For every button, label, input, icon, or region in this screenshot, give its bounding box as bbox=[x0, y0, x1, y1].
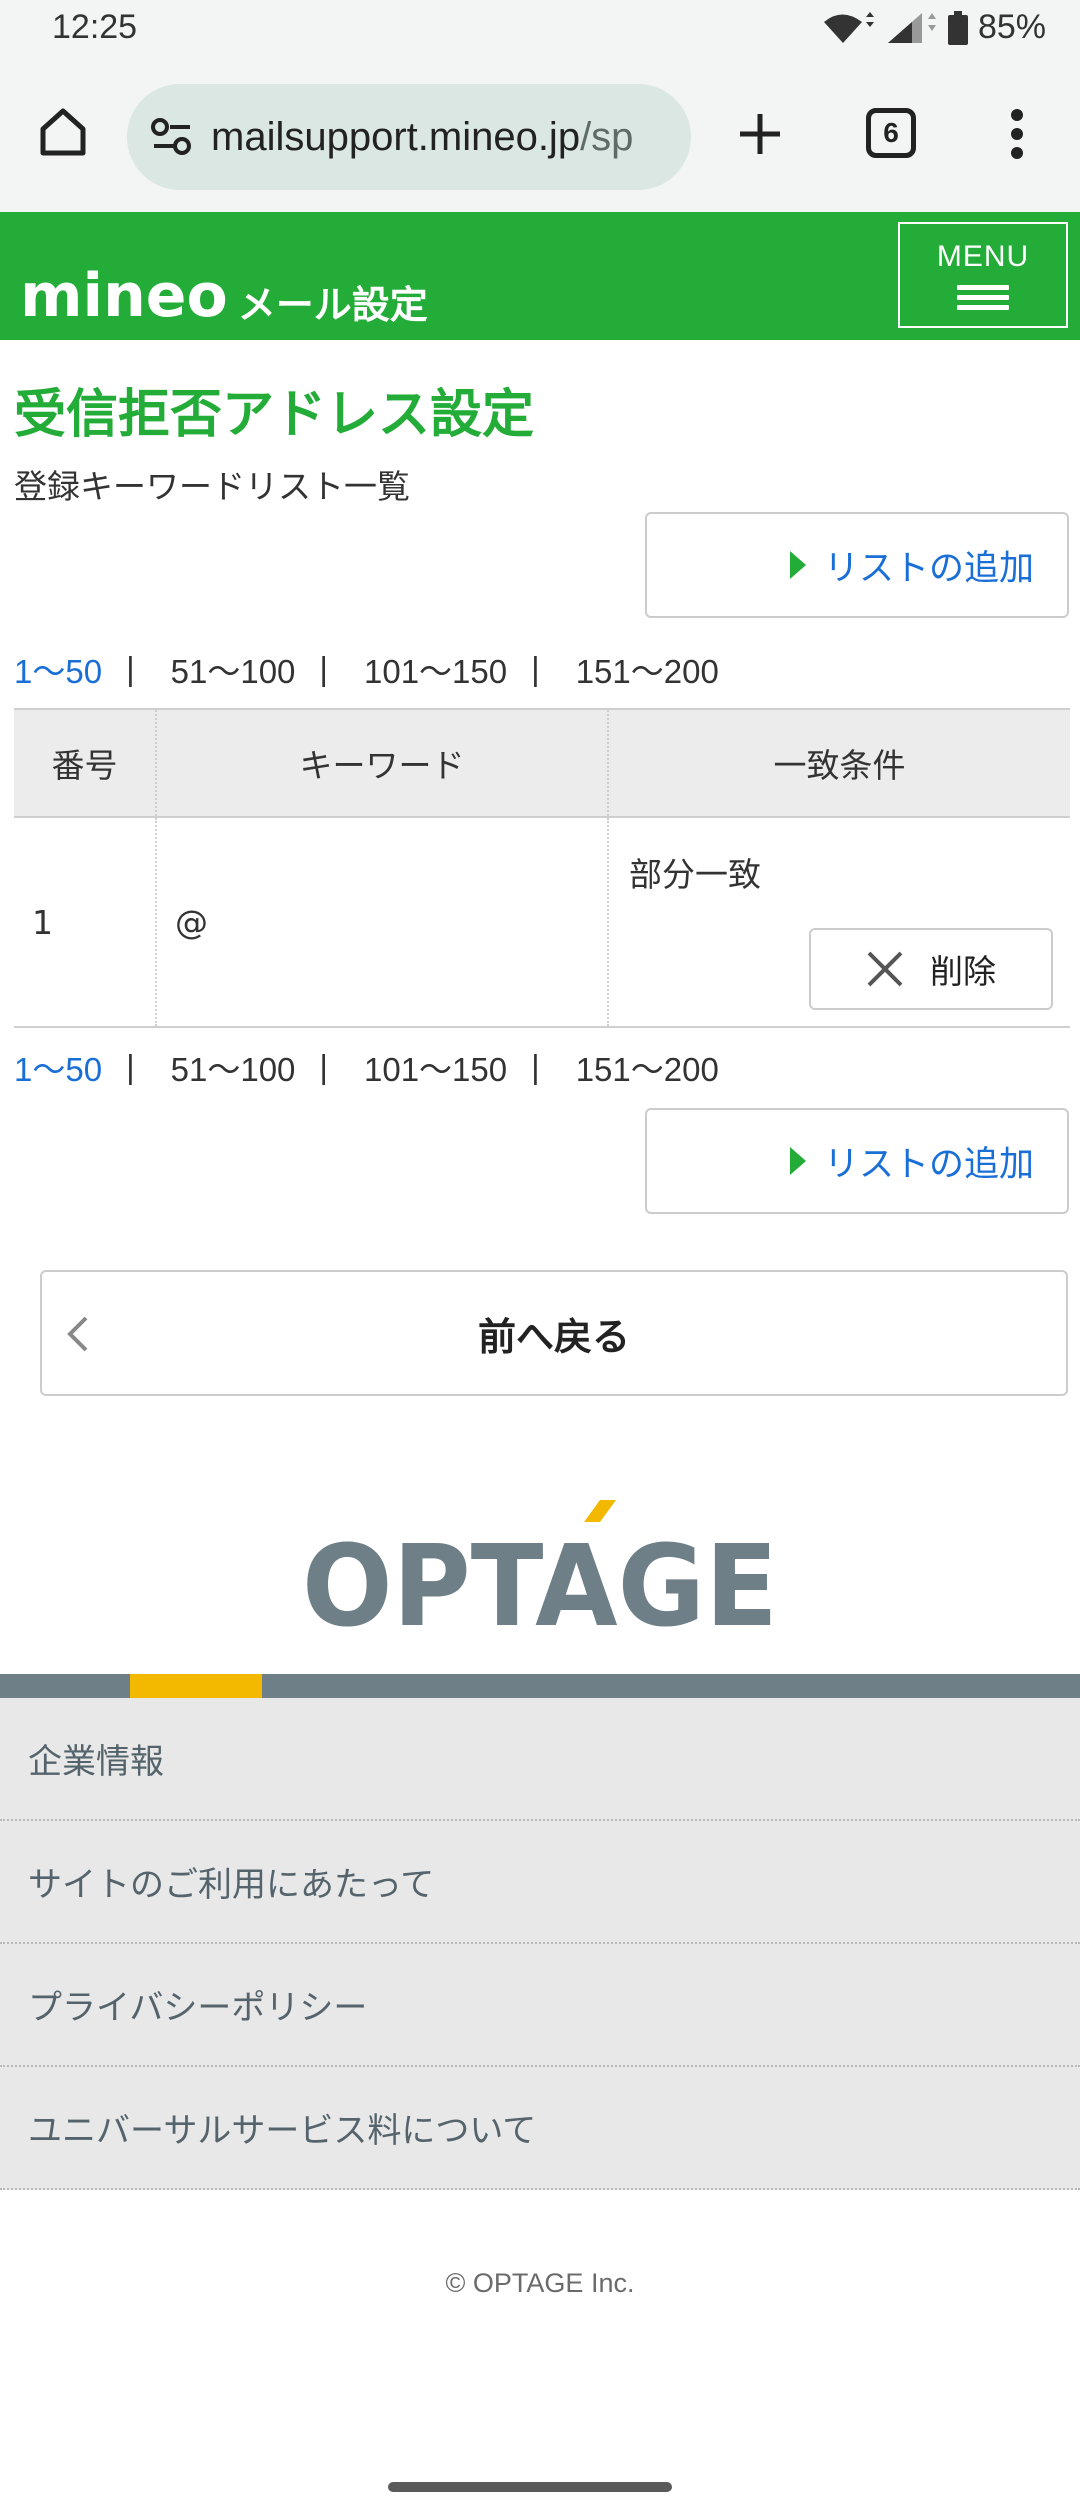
play-arrow-icon bbox=[789, 1147, 806, 1175]
menu-button[interactable]: MENU bbox=[898, 222, 1068, 328]
page-link[interactable]: 51〜100 bbox=[171, 645, 296, 693]
row-keyword: @ bbox=[155, 817, 608, 1028]
plus-icon bbox=[740, 114, 780, 154]
keyword-table: 番号 キーワード 一致条件 1 @ 部分一致 削除 bbox=[14, 708, 1070, 1028]
footer-stripe bbox=[0, 1674, 1080, 1698]
header-number: 番号 bbox=[14, 708, 156, 818]
optage-logo[interactable]: OPTAGE bbox=[300, 1500, 780, 1630]
pager-divider: | bbox=[531, 1048, 540, 1085]
status-time: 12:25 bbox=[52, 8, 138, 46]
page-link[interactable]: 1〜50 bbox=[14, 1043, 102, 1091]
pager-divider: | bbox=[531, 650, 540, 687]
page-link[interactable]: 51〜100 bbox=[171, 1043, 296, 1091]
table-row: 1 @ 部分一致 削除 bbox=[14, 817, 1070, 1028]
page-link[interactable]: 101〜150 bbox=[364, 645, 507, 693]
site-settings-icon[interactable] bbox=[147, 112, 197, 162]
pager-divider: | bbox=[319, 650, 328, 687]
page-subtitle: 登録キーワードリスト一覧 bbox=[14, 467, 410, 506]
back-button[interactable]: 前へ戻る bbox=[40, 1270, 1068, 1396]
play-arrow-icon bbox=[789, 551, 806, 579]
status-icons: 85% bbox=[822, 8, 1046, 47]
footer-accent bbox=[130, 1674, 262, 1698]
gesture-home-bar[interactable] bbox=[388, 2482, 672, 2492]
copyright: © OPTAGE Inc. bbox=[445, 2268, 635, 2298]
new-tab-button[interactable] bbox=[728, 102, 792, 166]
pagination-bottom: 1〜50 | 51〜100 | 101〜150 | 151〜200 bbox=[14, 1042, 719, 1092]
url-path: /sp bbox=[580, 114, 634, 159]
footer-link-terms[interactable]: サイトのご利用にあたって bbox=[0, 1821, 1080, 1944]
header-condition: 一致条件 bbox=[607, 708, 1070, 818]
pagination-top: 1〜50 | 51〜100 | 101〜150 | 151〜200 bbox=[14, 644, 719, 694]
page-title: 受信拒否アドレス設定 bbox=[14, 385, 535, 445]
tab-switcher-button[interactable]: 6 bbox=[866, 108, 916, 158]
page-link[interactable]: 101〜150 bbox=[364, 1043, 507, 1091]
add-list-button[interactable]: リストの追加 bbox=[645, 1108, 1069, 1214]
signal-icon bbox=[887, 12, 936, 43]
site-header: mineo メール設定 MENU bbox=[0, 212, 1080, 340]
footer-link-privacy[interactable]: プライバシーポリシー bbox=[0, 1944, 1080, 2067]
footer-links: 企業情報 サイトのご利用にあたって プライバシーポリシー ユニバーサルサービス料… bbox=[0, 1698, 1080, 2190]
pager-divider: | bbox=[126, 650, 135, 687]
back-label: 前へ戻る bbox=[477, 1314, 630, 1359]
close-icon bbox=[867, 951, 903, 987]
more-vert-icon bbox=[1011, 109, 1023, 159]
home-button[interactable] bbox=[30, 98, 96, 164]
row-condition: 部分一致 bbox=[629, 855, 761, 894]
pager-divider: | bbox=[319, 1048, 328, 1085]
row-number: 1 bbox=[14, 817, 156, 1028]
footer-link-universal-service[interactable]: ユニバーサルサービス料について bbox=[0, 2067, 1080, 2190]
status-bar: 12:25 85% bbox=[0, 0, 1080, 60]
logo-wordmark: mineo bbox=[20, 261, 228, 331]
row-condition-cell: 部分一致 削除 bbox=[607, 817, 1070, 1028]
optage-wordmark: OPTAGE bbox=[302, 1522, 778, 1630]
mineo-logo[interactable]: mineo メール設定 bbox=[20, 230, 428, 326]
chevron-left-icon bbox=[67, 1316, 88, 1352]
more-options-button[interactable] bbox=[1000, 102, 1034, 166]
home-icon bbox=[40, 108, 86, 156]
footer-link-company[interactable]: 企業情報 bbox=[0, 1698, 1080, 1821]
table-header-row: 番号 キーワード 一致条件 bbox=[14, 708, 1070, 818]
add-list-label: リストの追加 bbox=[823, 548, 1034, 589]
wifi-icon bbox=[823, 11, 874, 43]
delete-button[interactable]: 削除 bbox=[809, 928, 1053, 1010]
pager-divider: | bbox=[126, 1048, 135, 1085]
logo-subtitle: メール設定 bbox=[237, 283, 428, 327]
url-domain: mailsupport.mineo.jp bbox=[211, 114, 581, 159]
battery-level: 85% bbox=[977, 8, 1046, 46]
address-bar[interactable]: mailsupport.mineo.jp/sp bbox=[127, 84, 691, 190]
page-link[interactable]: 151〜200 bbox=[576, 1043, 719, 1091]
menu-label: MENU bbox=[936, 240, 1030, 273]
header-keyword: キーワード bbox=[155, 708, 608, 818]
browser-toolbar: mailsupport.mineo.jp/sp 6 bbox=[0, 60, 1080, 212]
url-text[interactable]: mailsupport.mineo.jp/sp bbox=[211, 115, 633, 160]
hamburger-icon bbox=[957, 280, 1009, 310]
add-list-button[interactable]: リストの追加 bbox=[645, 512, 1069, 618]
delete-label: 削除 bbox=[930, 952, 996, 991]
add-list-label: リストの追加 bbox=[823, 1144, 1034, 1185]
battery-icon bbox=[947, 10, 968, 45]
page-link[interactable]: 151〜200 bbox=[576, 645, 719, 693]
page-link[interactable]: 1〜50 bbox=[14, 645, 102, 693]
